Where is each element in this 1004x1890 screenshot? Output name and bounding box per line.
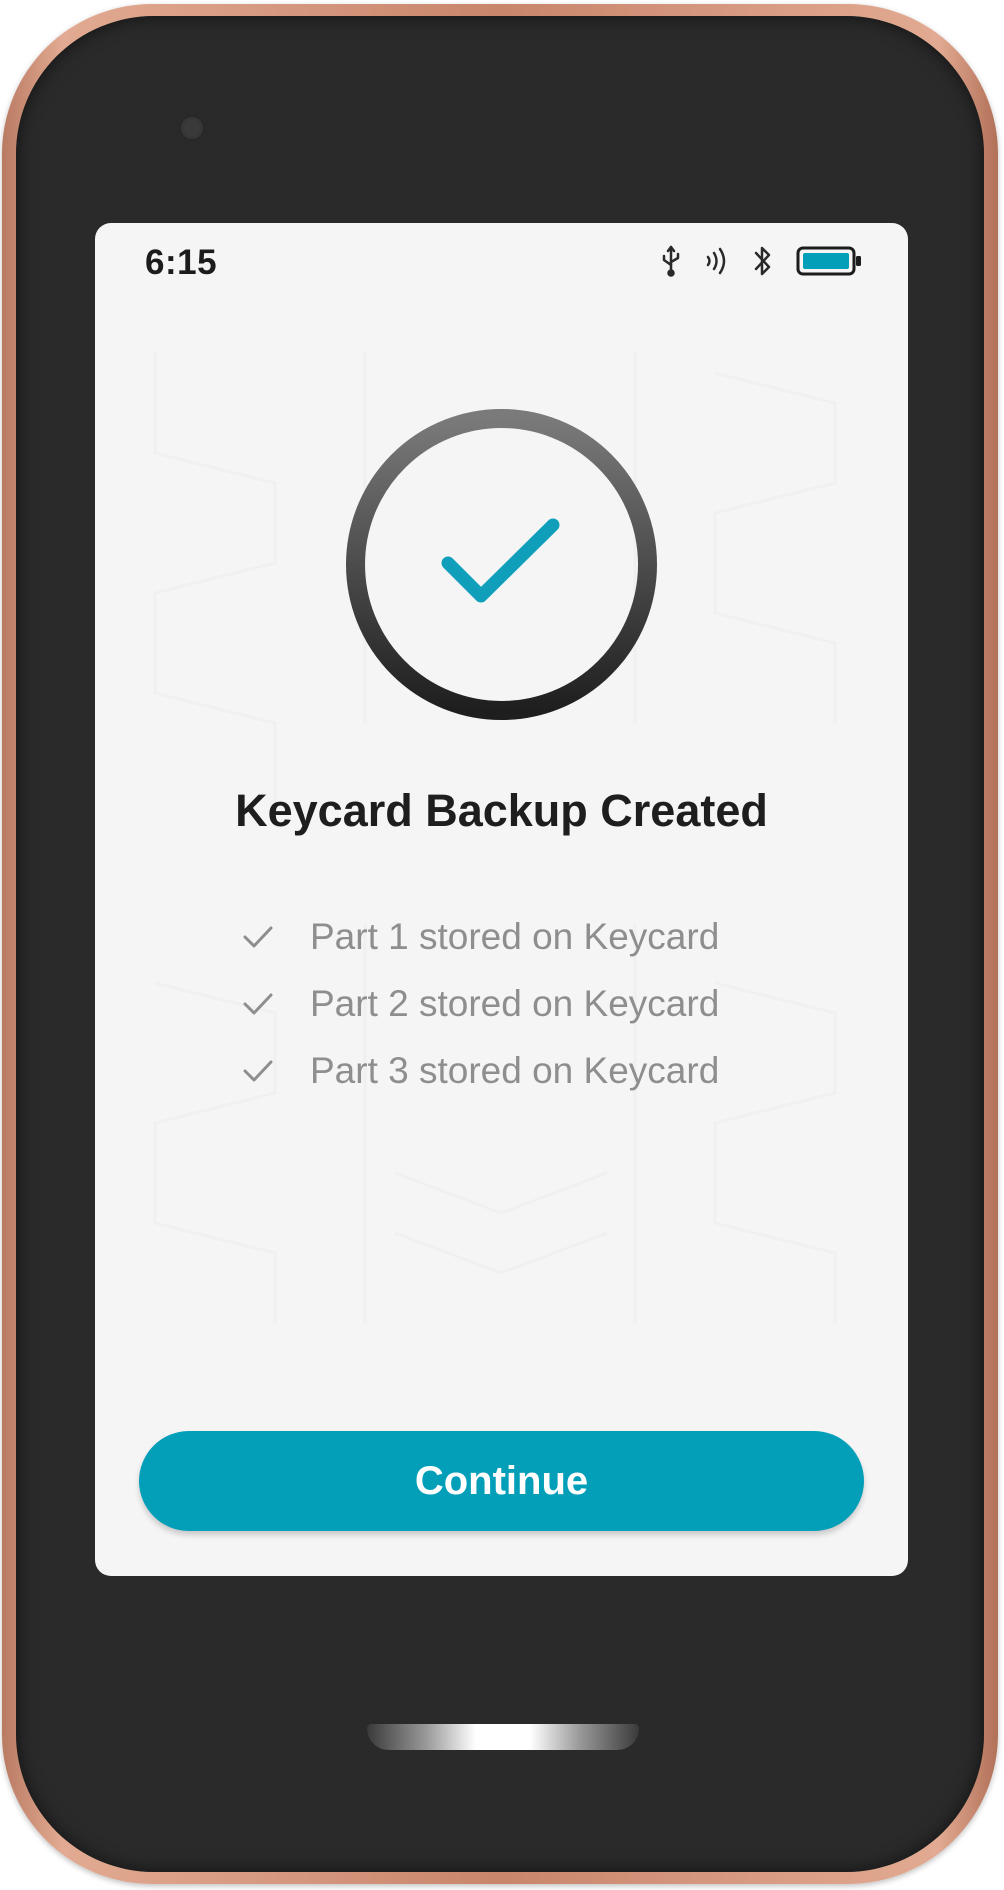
status-bar: 6:15 bbox=[95, 223, 908, 297]
list-item: Part 1 stored on Keycard bbox=[240, 903, 800, 970]
part-label: Part 1 stored on Keycard bbox=[310, 915, 720, 957]
screen: 6:15 Keycard Backup Created Part 1 store… bbox=[95, 223, 908, 1576]
check-icon bbox=[243, 1060, 273, 1081]
page-title: Keycard Backup Created bbox=[235, 785, 768, 836]
nfc-icon bbox=[706, 247, 726, 275]
battery-icon bbox=[796, 246, 861, 276]
status-time: 6:15 bbox=[145, 243, 218, 282]
check-icon bbox=[243, 926, 273, 947]
status-icons bbox=[660, 244, 862, 278]
check-circle-icon bbox=[346, 409, 657, 720]
list-item: Part 3 stored on Keycard bbox=[240, 1037, 800, 1104]
continue-button[interactable]: Continue bbox=[139, 1431, 864, 1531]
bluetooth-icon bbox=[754, 246, 771, 276]
check-icon bbox=[243, 993, 273, 1014]
usb-icon bbox=[662, 245, 680, 277]
camera-icon bbox=[179, 115, 205, 141]
part-label: Part 3 stored on Keycard bbox=[310, 1049, 720, 1091]
parts-list: Part 1 stored on Keycard Part 2 stored o… bbox=[240, 903, 800, 1104]
part-label: Part 2 stored on Keycard bbox=[310, 982, 720, 1024]
speaker-grille bbox=[367, 1724, 639, 1750]
list-item: Part 2 stored on Keycard bbox=[240, 970, 800, 1037]
